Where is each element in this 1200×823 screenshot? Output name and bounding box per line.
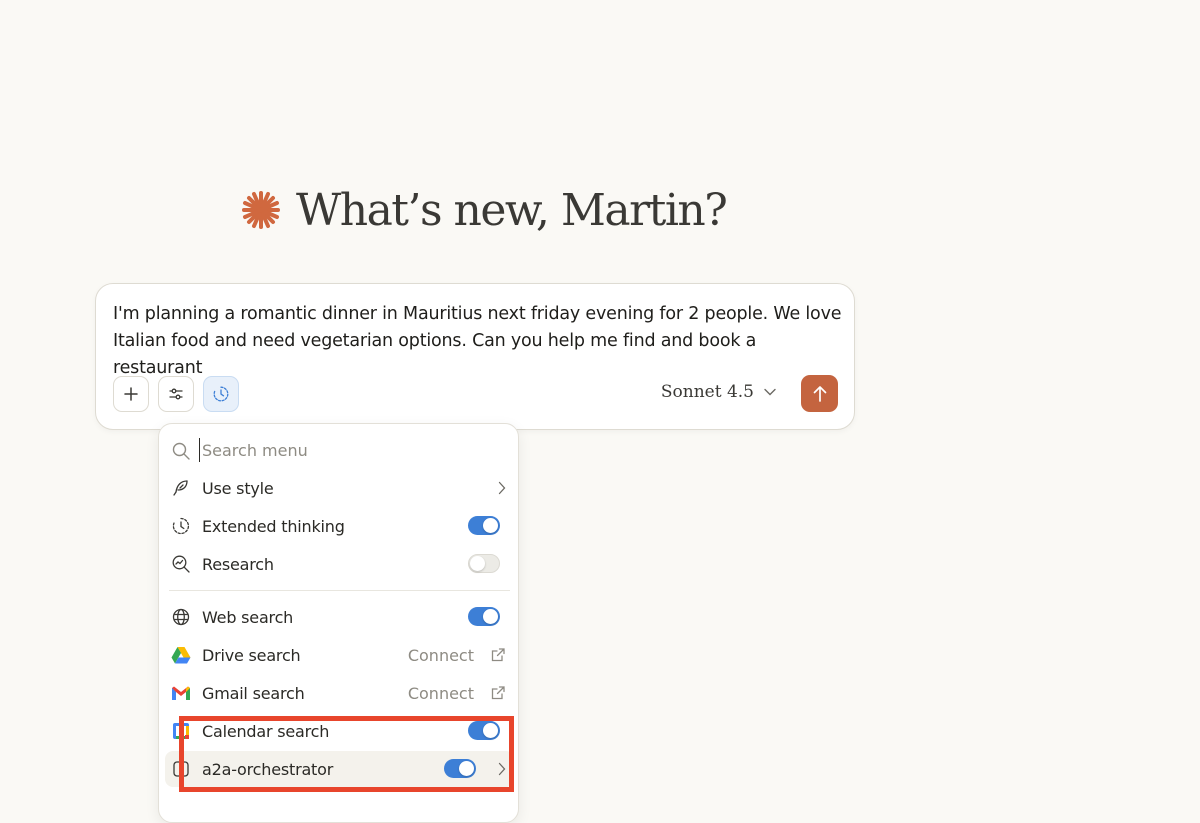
a2a-orchestrator-toggle[interactable] [444, 759, 476, 778]
menu-divider [169, 590, 510, 591]
menu-item-label: Drive search [202, 645, 301, 665]
chevron-right-icon [498, 481, 506, 495]
external-link-icon [491, 686, 505, 700]
arrow-up-icon [813, 385, 826, 402]
menu-item-label: Extended thinking [202, 516, 345, 536]
menu-item-label: Research [202, 554, 274, 574]
gmail-connect-link[interactable]: Connect [408, 684, 474, 703]
search-menu-input[interactable] [199, 438, 504, 462]
tools-menu: Use style Extended thinking Research [158, 423, 519, 823]
clock-icon [213, 386, 229, 402]
menu-item-calendar-search[interactable]: Calendar search [165, 713, 514, 749]
extended-thinking-toggle[interactable] [468, 516, 500, 535]
plus-icon [124, 387, 138, 401]
prompt-input[interactable]: I'm planning a romantic dinner in Maurit… [113, 301, 843, 382]
research-icon [171, 554, 191, 574]
greeting-title: What’s new, Martin? [296, 184, 728, 236]
connector-icon [171, 759, 191, 779]
menu-item-research[interactable]: Research [165, 546, 514, 582]
model-name: Sonnet 4.5 [660, 382, 754, 402]
sliders-icon [169, 388, 183, 400]
external-link-icon [491, 648, 505, 662]
menu-item-a2a-orchestrator[interactable]: a2a-orchestrator [165, 751, 514, 787]
menu-item-use-style[interactable]: Use style [165, 470, 514, 506]
chat-composer[interactable]: I'm planning a romantic dinner in Maurit… [95, 283, 855, 430]
greeting: What’s new, Martin? [240, 178, 728, 242]
calendar-search-toggle[interactable] [468, 721, 500, 740]
menu-item-web-search[interactable]: Web search [165, 599, 514, 635]
drive-connect-link[interactable]: Connect [408, 646, 474, 665]
web-search-toggle[interactable] [468, 607, 500, 626]
menu-item-gmail-search[interactable]: Gmail search Connect [165, 675, 514, 711]
menu-item-label: Use style [202, 478, 274, 498]
menu-item-label: Calendar search [202, 721, 330, 741]
clock-icon [171, 516, 191, 536]
feather-icon [171, 478, 191, 498]
google-calendar-icon [171, 721, 191, 741]
chevron-right-icon [498, 762, 506, 776]
model-selector[interactable]: Sonnet 4.5 [661, 382, 776, 402]
menu-item-extended-thinking[interactable]: Extended thinking [165, 508, 514, 544]
extended-thinking-button[interactable] [203, 376, 239, 412]
globe-icon [171, 607, 191, 627]
google-drive-icon [171, 645, 191, 665]
menu-item-label: a2a-orchestrator [202, 759, 334, 779]
menu-item-label: Gmail search [202, 683, 305, 703]
send-button[interactable] [801, 375, 838, 412]
research-toggle[interactable] [468, 554, 500, 573]
menu-item-drive-search[interactable]: Drive search Connect [165, 637, 514, 673]
search-icon [172, 442, 190, 460]
chevron-down-icon [764, 388, 776, 396]
sparkle-logo-icon [242, 191, 280, 229]
gmail-icon [171, 683, 191, 703]
tools-settings-button[interactable] [158, 376, 194, 412]
add-attachment-button[interactable] [113, 376, 149, 412]
menu-search [159, 432, 518, 468]
menu-item-label: Web search [202, 607, 294, 627]
